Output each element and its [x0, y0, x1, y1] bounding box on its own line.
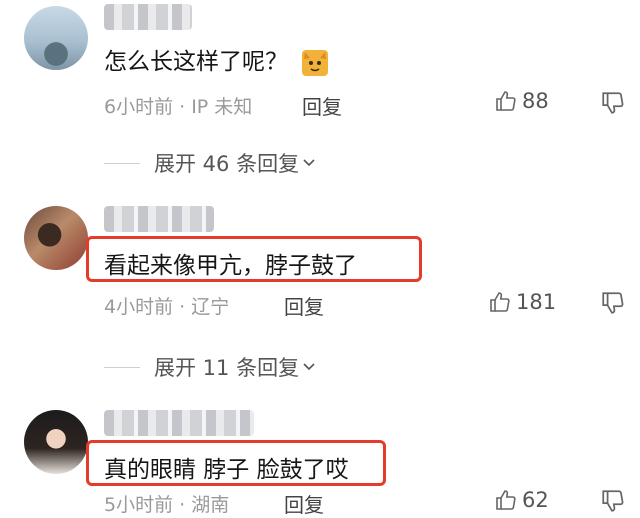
avatar[interactable]: [24, 6, 88, 70]
avatar[interactable]: [24, 410, 88, 474]
thumbs-down-icon[interactable]: [600, 90, 626, 116]
like-count: 181: [516, 290, 557, 314]
expand-replies-button[interactable]: 展开 46 条回复: [104, 148, 317, 178]
thumbs-up-icon: [490, 292, 510, 312]
comment-meta: 4小时前 · 辽宁: [104, 296, 230, 318]
username-blurred[interactable]: [104, 410, 254, 436]
expand-replies-label: 展开 46 条回复: [154, 152, 300, 176]
thumbs-up-icon: [496, 490, 516, 510]
comment-meta: 5小时前 · 湖南: [104, 494, 230, 516]
comment-text: 看起来像甲亢，脖子鼓了: [104, 253, 357, 279]
reply-button[interactable]: 回复: [302, 91, 342, 120]
thumbs-down-icon[interactable]: [600, 290, 626, 316]
like-button[interactable]: 88: [494, 89, 549, 113]
divider: [104, 366, 140, 368]
like-count: 88: [522, 89, 549, 113]
comment-text: 真的眼睛 脖子 脸鼓了哎: [104, 457, 349, 483]
chevron-down-icon: [303, 363, 315, 371]
like-button[interactable]: 181: [488, 290, 556, 314]
like-button[interactable]: 62: [494, 488, 549, 512]
comment-meta: 6小时前 · IP 未知: [104, 96, 253, 118]
expand-replies-label: 展开 11 条回复: [154, 356, 300, 380]
reply-button[interactable]: 回复: [284, 291, 324, 320]
comment-text-content: 怎么长这样了呢？: [104, 49, 288, 75]
chevron-down-icon: [303, 159, 315, 167]
divider: [104, 162, 140, 164]
username-blurred[interactable]: [104, 206, 214, 232]
expand-replies-button[interactable]: 展开 11 条回复: [104, 352, 317, 382]
like-count: 62: [522, 488, 549, 512]
cat-sticker-icon: [302, 49, 329, 76]
comment-text: 怎么长这样了呢？: [104, 42, 329, 78]
thumbs-down-icon[interactable]: [600, 488, 626, 514]
reply-button[interactable]: 回复: [284, 489, 324, 518]
avatar[interactable]: [24, 206, 88, 270]
username-blurred[interactable]: [104, 4, 192, 30]
thumbs-up-icon: [496, 91, 516, 111]
